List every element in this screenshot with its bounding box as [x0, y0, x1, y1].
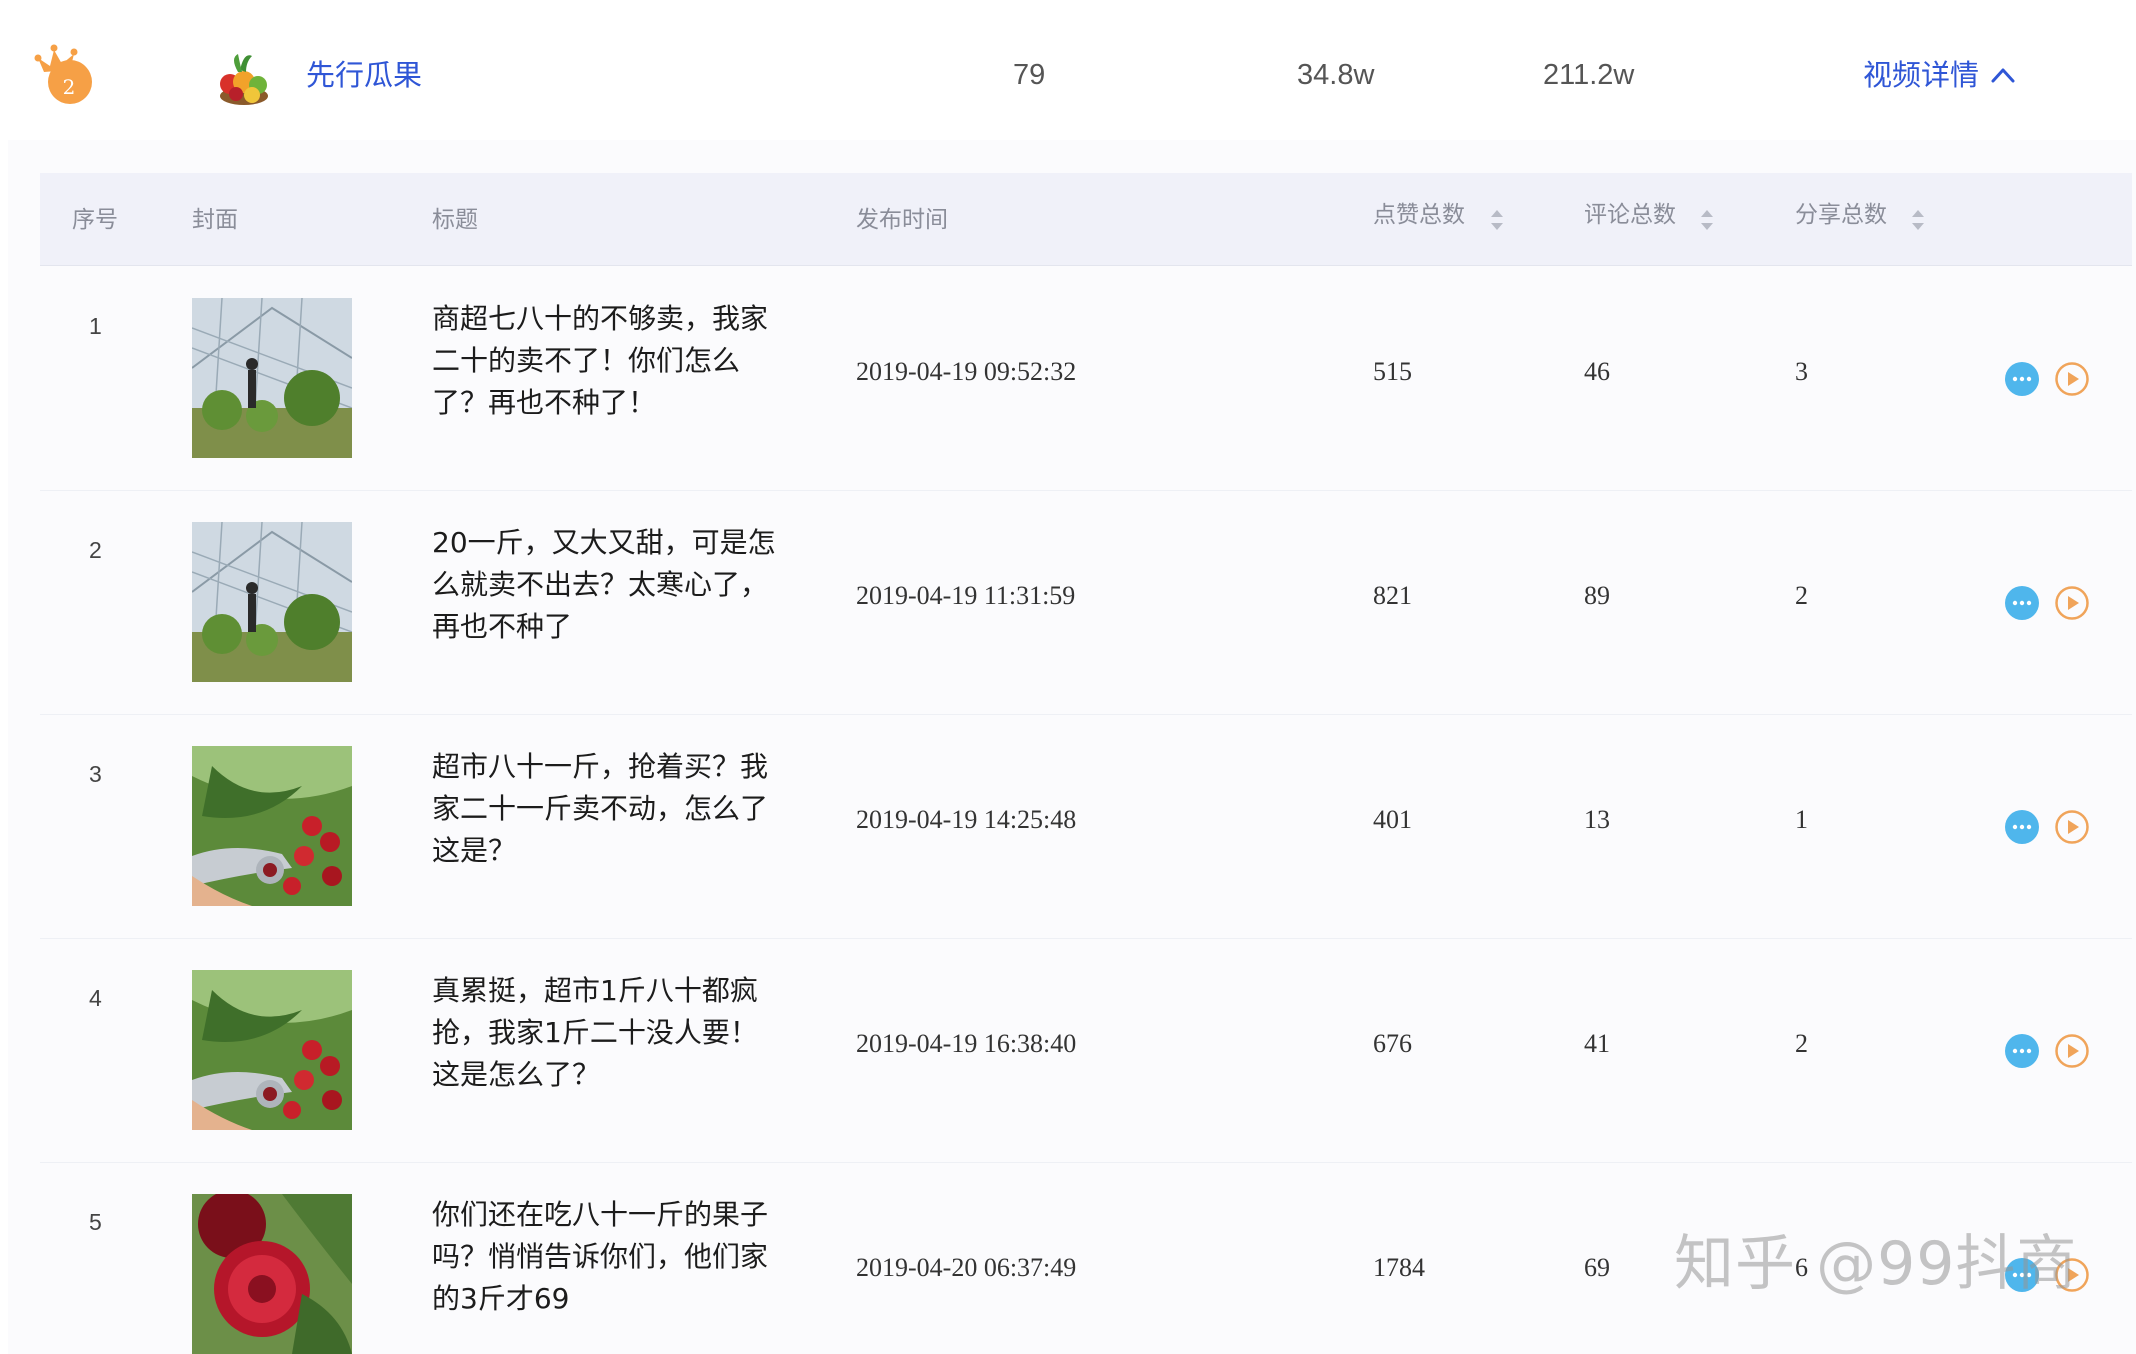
- comment-icon[interactable]: [2004, 1033, 2040, 1069]
- comment-icon[interactable]: [2004, 585, 2040, 621]
- video-count: 79: [1013, 59, 1046, 91]
- row-divider: [40, 938, 2132, 939]
- cover-thumbnail-cherry-cut[interactable]: [192, 1194, 352, 1354]
- fruit-basket-avatar[interactable]: [212, 46, 276, 110]
- page: 2 先行瓜果 79 34.8w 211.2w 视频详情 序号 封面 标题 发布时…: [0, 0, 2136, 1354]
- header-comments[interactable]: 评论总数: [1584, 198, 1676, 232]
- comments-count: 46: [1584, 357, 1610, 386]
- publish-time: 2019-04-19 09:52:32: [856, 357, 1077, 386]
- shares-count: 1: [1795, 805, 1808, 834]
- likes-count: 401: [1373, 805, 1412, 834]
- row-index: 3: [89, 761, 102, 787]
- chevron-up-icon[interactable]: [1990, 64, 2016, 86]
- play-icon[interactable]: [2054, 809, 2090, 845]
- zhihu-watermark: 知乎 @99抖商: [1674, 1229, 2078, 1299]
- shares-count: 2: [1795, 581, 1808, 610]
- header-time: 发布时间: [856, 207, 948, 233]
- comments-count: 89: [1584, 581, 1610, 610]
- row-index: 2: [89, 537, 102, 563]
- video-title-link[interactable]: 20一斤，又大又甜，可是怎么就卖不出去？太寒心了，再也不种了: [432, 522, 784, 648]
- comment-icon[interactable]: [2004, 361, 2040, 397]
- cover-thumbnail-cherry-pitter[interactable]: [192, 970, 352, 1130]
- play-icon[interactable]: [2054, 361, 2090, 397]
- likes-count: 1784: [1373, 1253, 1425, 1282]
- row-divider: [40, 714, 2132, 715]
- likes-total: 34.8w: [1297, 59, 1375, 91]
- comments-count: 41: [1584, 1029, 1610, 1058]
- video-title-link[interactable]: 商超七八十的不够卖，我家二十的卖不了！你们怎么了？再也不种了！: [432, 298, 784, 424]
- header-title: 标题: [432, 207, 478, 233]
- account-name-link[interactable]: 先行瓜果: [306, 52, 422, 98]
- shares-count: 2: [1795, 1029, 1808, 1058]
- sort-likes-icon[interactable]: [1488, 206, 1506, 234]
- comment-icon[interactable]: [2004, 809, 2040, 845]
- likes-count: 821: [1373, 581, 1412, 610]
- row-index: 4: [89, 985, 102, 1011]
- header-shares[interactable]: 分享总数: [1795, 198, 1887, 232]
- comments-count: 69: [1584, 1253, 1610, 1282]
- fans-total: 211.2w: [1543, 59, 1635, 91]
- header-index: 序号: [72, 207, 118, 233]
- publish-time: 2019-04-20 06:37:49: [856, 1253, 1077, 1282]
- cover-thumbnail-greenhouse[interactable]: [192, 298, 352, 458]
- rank-number: 2: [62, 75, 76, 99]
- publish-time: 2019-04-19 11:31:59: [856, 581, 1076, 610]
- row-index: 5: [89, 1209, 102, 1235]
- video-title-link[interactable]: 你们还在吃八十一斤的果子吗？悄悄告诉你们，他们家的3斤才69: [432, 1194, 784, 1320]
- publish-time: 2019-04-19 16:38:40: [856, 1029, 1077, 1058]
- sort-shares-icon[interactable]: [1909, 206, 1927, 234]
- play-icon[interactable]: [2054, 1033, 2090, 1069]
- publish-time: 2019-04-19 14:25:48: [856, 805, 1077, 834]
- video-title-link[interactable]: 超市八十一斤，抢着买？我家二十一斤卖不动，怎么了这是？: [432, 746, 784, 872]
- play-icon[interactable]: [2054, 585, 2090, 621]
- row-divider: [40, 1162, 2132, 1163]
- header-cover: 封面: [192, 207, 238, 233]
- likes-count: 676: [1373, 1029, 1412, 1058]
- row-index: 1: [89, 313, 102, 339]
- comments-count: 13: [1584, 805, 1610, 834]
- likes-count: 515: [1373, 357, 1412, 386]
- account-summary-row: 2 先行瓜果 79 34.8w 211.2w 视频详情: [0, 0, 2136, 140]
- row-divider: [40, 490, 2132, 491]
- shares-count: 3: [1795, 357, 1808, 386]
- sort-comments-icon[interactable]: [1698, 206, 1716, 234]
- cover-thumbnail-cherry-pitter[interactable]: [192, 746, 352, 906]
- video-detail-toggle[interactable]: 视频详情: [1863, 52, 1979, 98]
- video-title-link[interactable]: 真累挺，超市1斤八十都疯抢，我家1斤二十没人要！这是怎么了？: [432, 970, 784, 1096]
- cover-thumbnail-greenhouse[interactable]: [192, 522, 352, 682]
- header-likes[interactable]: 点赞总数: [1373, 198, 1465, 232]
